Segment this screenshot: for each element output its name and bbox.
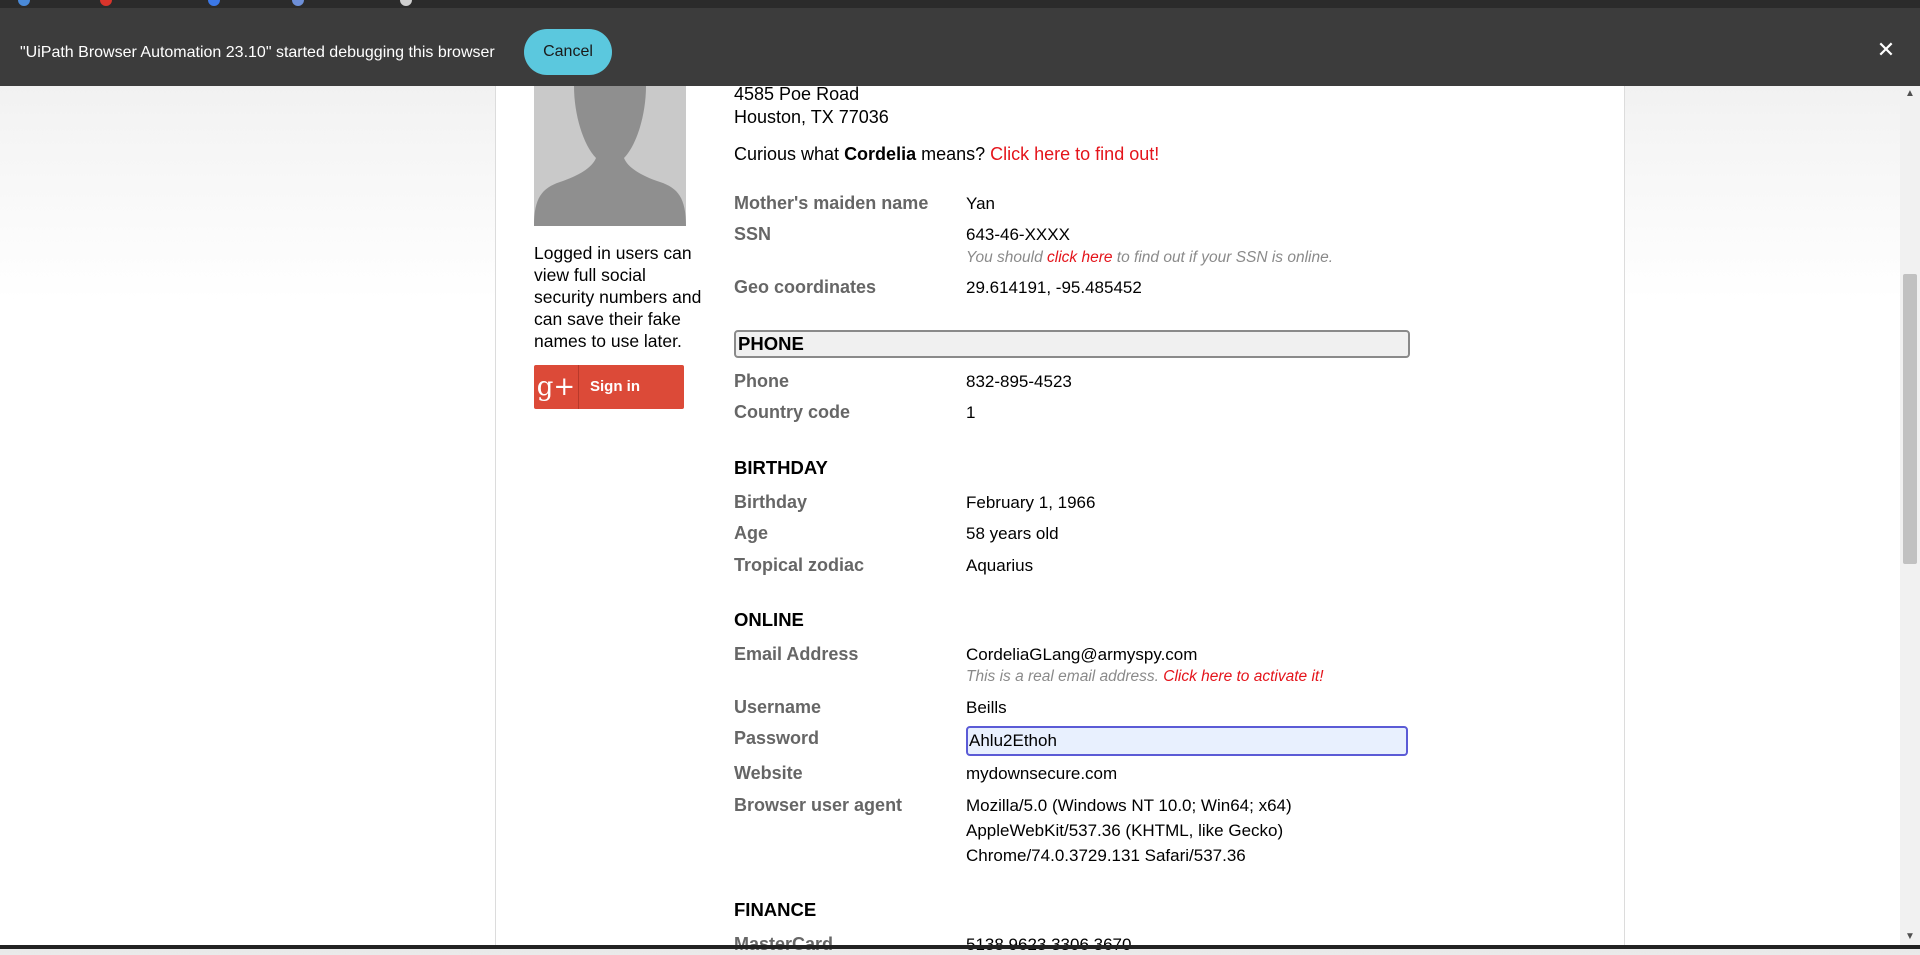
email-note: This is a real email address. Click here… (966, 668, 1324, 686)
name-meaning-link[interactable]: Click here to find out! (990, 144, 1159, 164)
signin-label: Sign in (590, 378, 640, 395)
curious-prefix: Curious what (734, 144, 845, 164)
maiden-name-label: Mother's maiden name (734, 193, 929, 213)
finance-heading: FINANCE (734, 899, 817, 920)
scrollbar-thumb[interactable] (1903, 274, 1917, 564)
user-agent-line-2: AppleWebKit/537.36 (KHTML, like Gecko) (966, 821, 1284, 840)
password-value: Ahlu2Ethoh (969, 731, 1057, 750)
page-scrollbar[interactable]: ▲ ▼ (1900, 86, 1920, 949)
close-icon[interactable]: ✕ (1874, 38, 1898, 62)
first-name: Cordelia (844, 144, 917, 164)
user-agent-line-3: Chrome/74.0.3729.131 Safari/537.36 (966, 846, 1246, 865)
ssn-check-link[interactable]: click here (1047, 249, 1112, 266)
email-value: CordeliaGLang@armyspy.com (966, 645, 1198, 664)
google-plus-icon: g+ (534, 365, 579, 409)
infobar-message: "UiPath Browser Automation 23.10" starte… (20, 44, 495, 61)
ssn-value: 643-46-XXXX (966, 225, 1070, 244)
birthday-label: Birthday (734, 492, 808, 512)
cancel-button[interactable]: Cancel (524, 29, 612, 75)
username-label: Username (734, 697, 822, 717)
user-agent-line-1: Mozilla/5.0 (Windows NT 10.0; Win64; x64… (966, 796, 1292, 815)
zodiac-label: Tropical zodiac (734, 555, 865, 575)
website-value: mydownsecure.com (966, 764, 1118, 783)
google-signin-button[interactable]: g+ Sign in (534, 365, 684, 409)
username-value: Beills (966, 698, 1007, 717)
debugging-infobar: "UiPath Browser Automation 23.10" starte… (0, 8, 1920, 86)
phone-heading: PHONE (738, 333, 804, 354)
phone-heading-box: PHONE (734, 330, 1410, 358)
tab-icon (18, 0, 30, 6)
country-code-value: 1 (966, 403, 976, 422)
tab-icon (292, 0, 304, 6)
browser-tab-strip (0, 0, 1920, 8)
birthday-value: February 1, 1966 (966, 493, 1096, 512)
activate-email-link[interactable]: Click here to activate it! (1163, 668, 1323, 685)
tab-icon (208, 0, 220, 6)
address-line-2: Houston, TX 77036 (734, 107, 889, 127)
age-value: 58 years old (966, 524, 1059, 543)
curious-middle: means? (916, 144, 991, 164)
name-meaning-line: Curious what Cordelia means? Click here … (734, 144, 1159, 165)
ssn-note: You should click here to find out if you… (966, 249, 1333, 267)
ssn-note-prefix: You should (966, 249, 1048, 266)
age-label: Age (734, 523, 769, 543)
country-code-label: Country code (734, 402, 851, 422)
tab-icon (400, 0, 412, 6)
phone-value: 832-895-4523 (966, 372, 1072, 391)
window-bottom-edge (0, 945, 1920, 949)
geo-link[interactable]: 29.614191, -95.485452 (966, 278, 1142, 298)
avatar (534, 86, 686, 226)
ssn-note-suffix: to find out if your SSN is online. (1112, 249, 1334, 266)
silhouette-icon (534, 86, 686, 226)
scroll-up-icon[interactable]: ▲ (1900, 86, 1920, 102)
maiden-name-value: Yan (966, 194, 995, 213)
email-note-prefix: This is a real email address. (966, 668, 1164, 685)
email-label: Email Address (734, 644, 859, 664)
tab-icon (100, 0, 112, 6)
ssn-label: SSN (734, 224, 772, 244)
scroll-down-icon[interactable]: ▼ (1900, 929, 1920, 945)
password-label: Password (734, 728, 820, 748)
website-label: Website (734, 763, 803, 783)
user-agent-label: Browser user agent (734, 795, 903, 815)
password-field[interactable]: Ahlu2Ethoh (966, 726, 1408, 756)
phone-label: Phone (734, 371, 790, 391)
address-line-1: 4585 Poe Road (734, 84, 860, 104)
zodiac-value: Aquarius (966, 556, 1034, 575)
birthday-heading: BIRTHDAY (734, 457, 828, 478)
login-notice: Logged in users can view full social sec… (534, 243, 702, 351)
online-heading: ONLINE (734, 609, 804, 630)
geo-label: Geo coordinates (734, 277, 877, 297)
